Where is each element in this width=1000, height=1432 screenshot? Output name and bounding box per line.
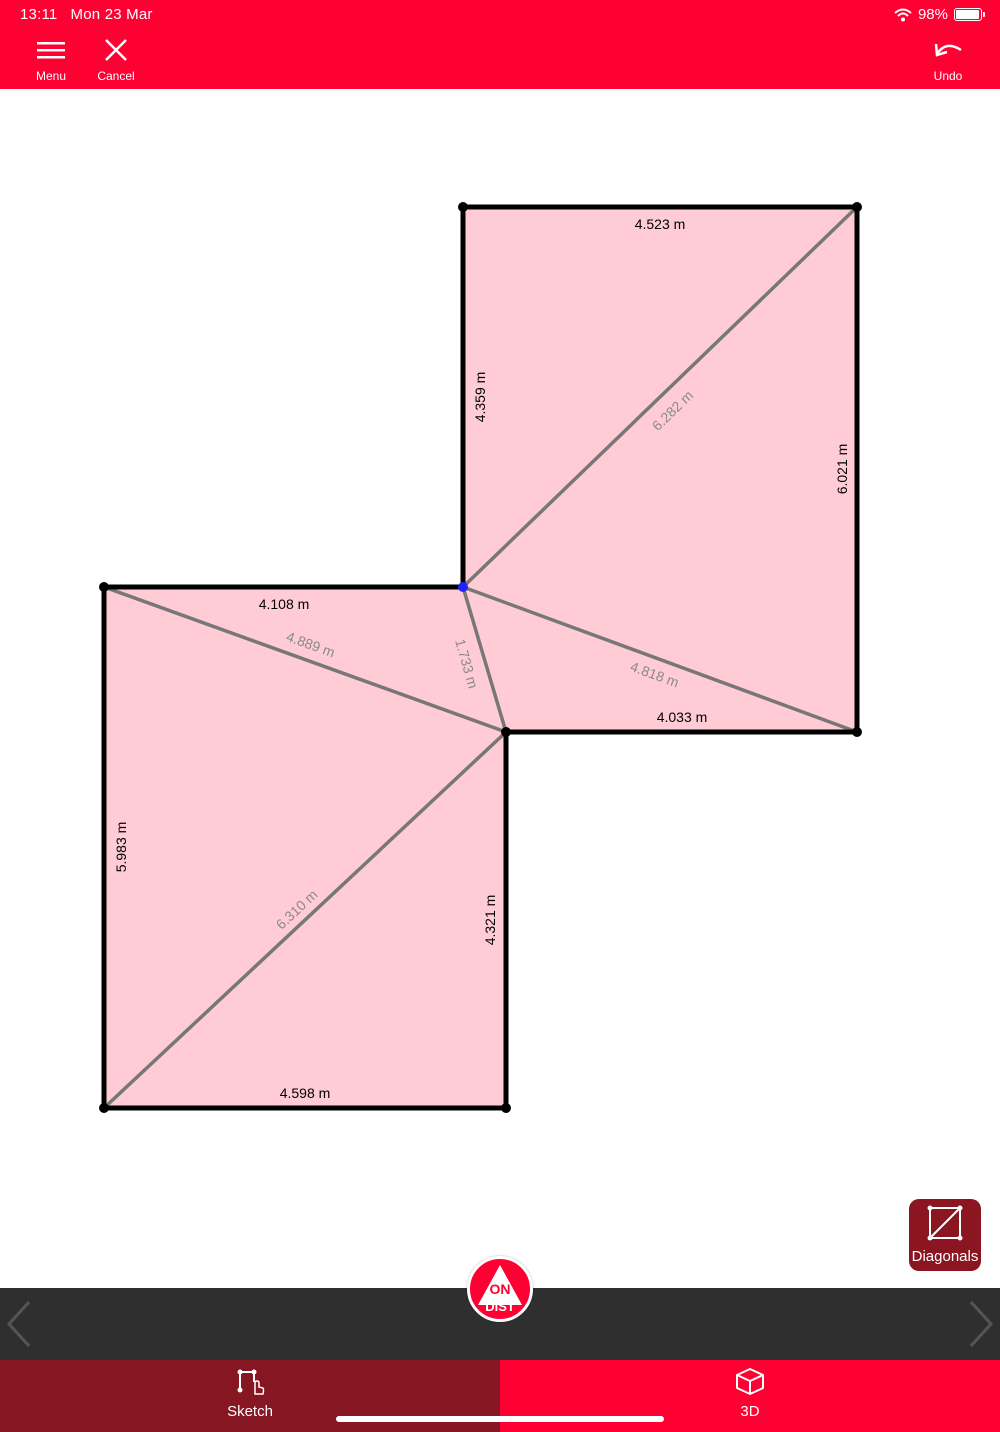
status-date: Mon 23 Mar bbox=[70, 6, 153, 23]
label-top-room-top: 4.523 m bbox=[635, 216, 686, 232]
status-time: 13:11 Mon 23 Mar bbox=[20, 6, 153, 23]
top-app-bar: 13:11 Mon 23 Mar 98% Menu Cancel Undo bbox=[0, 0, 1000, 89]
cancel-label: Cancel bbox=[97, 69, 135, 83]
svg-text:ON: ON bbox=[490, 1281, 511, 1297]
measure-icon: ON DIST bbox=[478, 1265, 522, 1314]
floor-plan[interactable]: 4.523 m 4.359 m 6.021 m 4.033 m 4.108 m … bbox=[0, 89, 1000, 1288]
diagonal-square-icon bbox=[927, 1205, 963, 1241]
label-bottom-room-top: 4.108 m bbox=[259, 596, 310, 612]
diagonals-button[interactable]: Diagonals bbox=[909, 1199, 981, 1271]
label-bottom-room-left: 5.983 m bbox=[113, 822, 129, 873]
label-bottom-room-bottom: 4.598 m bbox=[280, 1085, 331, 1101]
status-indicators: 98% bbox=[894, 6, 985, 23]
label-top-room-bottom: 4.033 m bbox=[657, 709, 708, 725]
selected-corner-point[interactable] bbox=[458, 582, 468, 592]
menu-button[interactable]: Menu bbox=[19, 36, 83, 84]
label-top-room-right: 6.021 m bbox=[834, 444, 850, 495]
battery-percent: 98% bbox=[917, 6, 948, 23]
close-icon bbox=[105, 39, 127, 61]
menu-label: Menu bbox=[35, 69, 67, 83]
chevron-left-icon bbox=[6, 1300, 31, 1348]
previous-button[interactable] bbox=[4, 1300, 34, 1348]
undo-label: Undo bbox=[933, 69, 963, 83]
room-fill bbox=[104, 207, 857, 1108]
diagonals-label: Diagonals bbox=[911, 1248, 979, 1265]
chevron-right-icon bbox=[969, 1300, 994, 1348]
next-button[interactable] bbox=[966, 1300, 996, 1348]
home-indicator bbox=[336, 1416, 664, 1422]
cube-icon bbox=[736, 1368, 764, 1395]
undo-icon bbox=[934, 43, 962, 57]
cancel-button[interactable]: Cancel bbox=[84, 36, 148, 84]
corner-point[interactable] bbox=[99, 582, 109, 592]
sketch-canvas[interactable]: 4.523 m 4.359 m 6.021 m 4.033 m 4.108 m … bbox=[0, 89, 1000, 1288]
wifi-icon bbox=[894, 8, 912, 21]
undo-button[interactable]: Undo bbox=[916, 36, 980, 84]
label-top-room-left: 4.359 m bbox=[472, 372, 488, 423]
corner-point[interactable] bbox=[852, 202, 862, 212]
battery-icon bbox=[954, 8, 985, 21]
corner-point[interactable] bbox=[501, 727, 511, 737]
corner-point[interactable] bbox=[99, 1103, 109, 1113]
hamburger-icon bbox=[37, 42, 65, 59]
corner-point[interactable] bbox=[501, 1103, 511, 1113]
corner-point[interactable] bbox=[852, 727, 862, 737]
on-dist-button[interactable]: ON DIST bbox=[467, 1256, 533, 1322]
sketch-icon bbox=[237, 1369, 265, 1395]
corner-point[interactable] bbox=[458, 202, 468, 212]
svg-text:DIST: DIST bbox=[485, 1299, 515, 1314]
label-bottom-room-right: 4.321 m bbox=[482, 895, 498, 946]
